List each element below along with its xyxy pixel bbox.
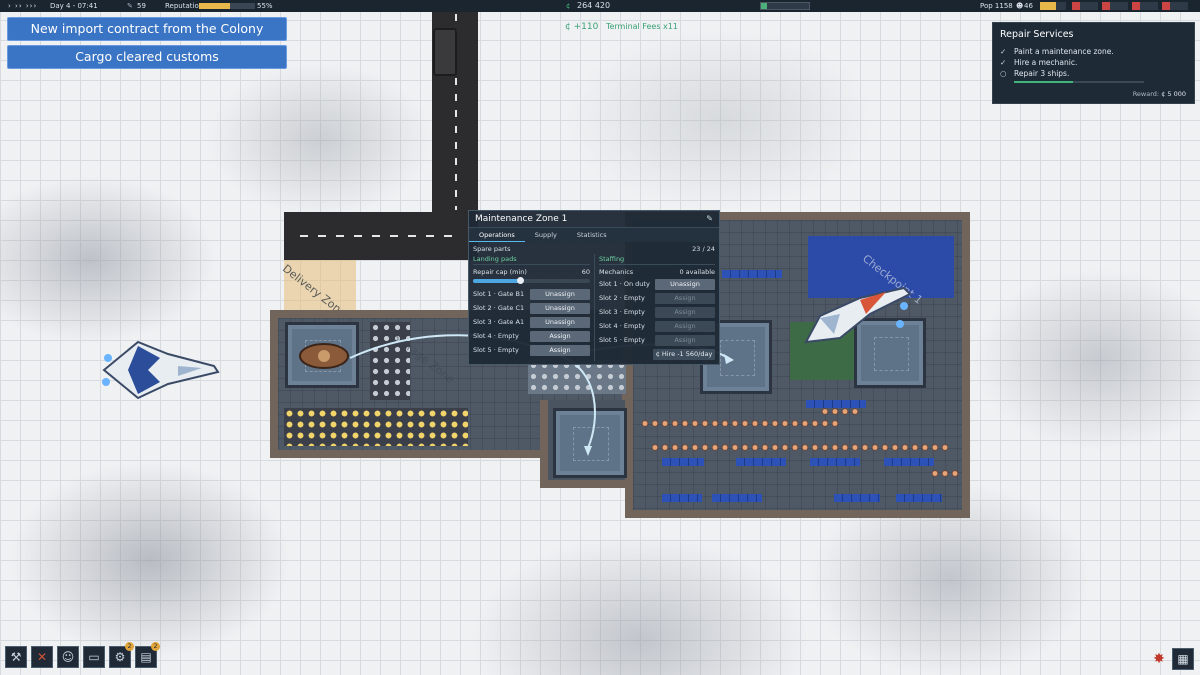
check-icon: ✓ xyxy=(1000,58,1007,67)
population-extra: 46 xyxy=(1024,2,1033,10)
panel-title: Maintenance Zone 1 xyxy=(475,214,568,224)
seating-row xyxy=(884,458,934,466)
energy-meter[interactable] xyxy=(760,2,810,10)
grid-menu-icon[interactable]: ▦ xyxy=(1172,648,1194,670)
seating-row xyxy=(712,494,762,502)
pencil-icon[interactable]: ✎ xyxy=(706,214,713,223)
notification-badge: 2 xyxy=(125,642,134,651)
tab-supply[interactable]: Supply xyxy=(525,228,567,242)
fees-label: Terminal Fees x11 xyxy=(605,22,678,31)
landing-pads-column: Landing pads Repair cap (min) 60 Slot 1 … xyxy=(469,254,594,361)
assign-button[interactable]: Assign xyxy=(530,330,590,342)
seating-row xyxy=(662,494,702,502)
alert-icon[interactable]: ✎ xyxy=(127,1,133,11)
population-value: Pop 1158 xyxy=(980,2,1013,10)
notification-cargo-cleared[interactable]: Cargo cleared customs xyxy=(7,45,287,69)
seating-row xyxy=(810,458,860,466)
circle-icon: ○ xyxy=(1000,69,1007,78)
tab-operations[interactable]: Operations xyxy=(469,228,525,242)
mechanics-row: Mechanics 0 available xyxy=(599,268,715,276)
status-meters[interactable] xyxy=(1072,2,1188,10)
staff-slot-row: Slot 5 · Empty Assign xyxy=(599,333,715,347)
spare-parts-row: Spare parts 23 / 24 xyxy=(473,245,715,253)
seating-row xyxy=(806,400,866,408)
fees-amount: ¢ +110 xyxy=(565,22,599,32)
objective-task: ✓ Paint a maintenance zone. xyxy=(1000,47,1114,56)
objective-progress xyxy=(1014,81,1144,83)
spaceship-approaching[interactable] xyxy=(98,332,222,408)
passenger-queue xyxy=(930,470,960,477)
people-icon[interactable]: ☺ xyxy=(57,646,79,668)
zone-icon[interactable]: ▭ xyxy=(83,646,105,668)
passenger-queue xyxy=(820,408,860,415)
objective-title: Repair Services xyxy=(1000,29,1074,40)
demolish-icon[interactable]: ✕ xyxy=(31,646,53,668)
spaceship-docked[interactable] xyxy=(800,284,916,350)
people-icon: ☻ xyxy=(1016,2,1024,10)
repair-cap-row: Repair cap (min) 60 xyxy=(473,268,590,276)
day-clock: Day 4 - 07:41 xyxy=(50,2,98,10)
check-icon: ✓ xyxy=(1000,47,1007,56)
cargo-truck[interactable] xyxy=(433,28,457,76)
alert-count: 59 xyxy=(137,2,146,10)
clipboard-icon[interactable]: ▤ 2 xyxy=(135,642,160,668)
unassign-button[interactable]: Unassign xyxy=(530,302,590,314)
slider-handle[interactable] xyxy=(516,277,524,284)
assign-button[interactable]: Assign xyxy=(655,320,715,332)
pad-slot-row: Slot 1 · Gate B1 Unassign xyxy=(473,287,590,301)
top-hud-bar: › ›› ››› Day 4 - 07:41 ✎ 59 Reputation 5… xyxy=(0,0,1200,12)
seating-row xyxy=(722,270,782,278)
notification-import-contract[interactable]: New import contract from the Colony xyxy=(7,17,287,41)
pad-slot-row: Slot 4 · Empty Assign xyxy=(473,329,590,343)
hire-mechanic-button[interactable]: ¢ Hire -1 560/day xyxy=(653,348,715,360)
objective-task: ○ Repair 3 ships. xyxy=(1000,69,1070,78)
pad-slot-row: Slot 2 · Gate C1 Unassign xyxy=(473,301,590,315)
reputation-bar xyxy=(199,3,255,9)
credits-value: 264 420 xyxy=(577,1,611,10)
speed-controls[interactable]: › ›› ››› xyxy=(8,1,37,11)
reputation-label: Reputation xyxy=(165,2,204,10)
objective-reward: Reward: ¢ 5 000 xyxy=(1132,90,1186,98)
assign-button[interactable]: Assign xyxy=(530,344,590,356)
unassign-button[interactable]: Unassign xyxy=(530,316,590,328)
population-bar xyxy=(1040,2,1066,10)
panel-tabs: Operations Supply Statistics xyxy=(469,228,719,242)
objective-panel[interactable]: Repair Services ✓ Paint a maintenance zo… xyxy=(992,22,1195,104)
unassign-button[interactable]: Unassign xyxy=(655,278,715,290)
staff-slot-row: Slot 3 · Empty Assign xyxy=(599,305,715,319)
alert-creature-icon[interactable]: ✸ xyxy=(1148,648,1170,670)
staff-slot-row: Slot 4 · Empty Assign xyxy=(599,319,715,333)
tab-statistics[interactable]: Statistics xyxy=(567,228,617,242)
assign-button[interactable]: Assign xyxy=(655,292,715,304)
wrench-icon[interactable]: ⚙ 2 xyxy=(109,642,134,668)
reputation-value: 55% xyxy=(257,2,273,10)
credits-icon: ¢ xyxy=(566,2,571,10)
staffing-title: Staffing xyxy=(599,254,715,265)
staff-slot-row: Slot 1 · On duty Unassign xyxy=(599,277,715,291)
maintenance-zone-panel[interactable]: Maintenance Zone 1 ✎ Operations Supply S… xyxy=(468,210,720,365)
pad-slot-row: Slot 3 · Gate A1 Unassign xyxy=(473,315,590,329)
build-toolbar: ⚒ ✕ ☺ ▭ ⚙ 2 ▤ 2 xyxy=(5,642,160,668)
objective-task: ✓ Hire a mechanic. xyxy=(1000,58,1078,67)
assign-button[interactable]: Assign xyxy=(655,334,715,346)
notification-badge: 2 xyxy=(151,642,160,651)
seating-row xyxy=(896,494,942,502)
panel-header: Maintenance Zone 1 ✎ xyxy=(469,211,719,228)
assign-button[interactable]: Assign xyxy=(655,306,715,318)
staff-slot-row: Slot 2 · Empty Assign xyxy=(599,291,715,305)
repair-cap-slider[interactable] xyxy=(473,277,590,284)
road-marking xyxy=(300,235,460,237)
seating-row xyxy=(834,494,880,502)
pad-slot-row: Slot 5 · Empty Assign xyxy=(473,343,590,357)
hammer-icon[interactable]: ⚒ xyxy=(5,646,27,668)
terminal-fees-popup: ¢ +110 Terminal Fees x11 xyxy=(565,22,678,32)
landing-pads-title: Landing pads xyxy=(473,254,590,265)
unassign-button[interactable]: Unassign xyxy=(530,288,590,300)
staffing-column: Staffing Mechanics 0 available Slot 1 · … xyxy=(594,254,719,361)
